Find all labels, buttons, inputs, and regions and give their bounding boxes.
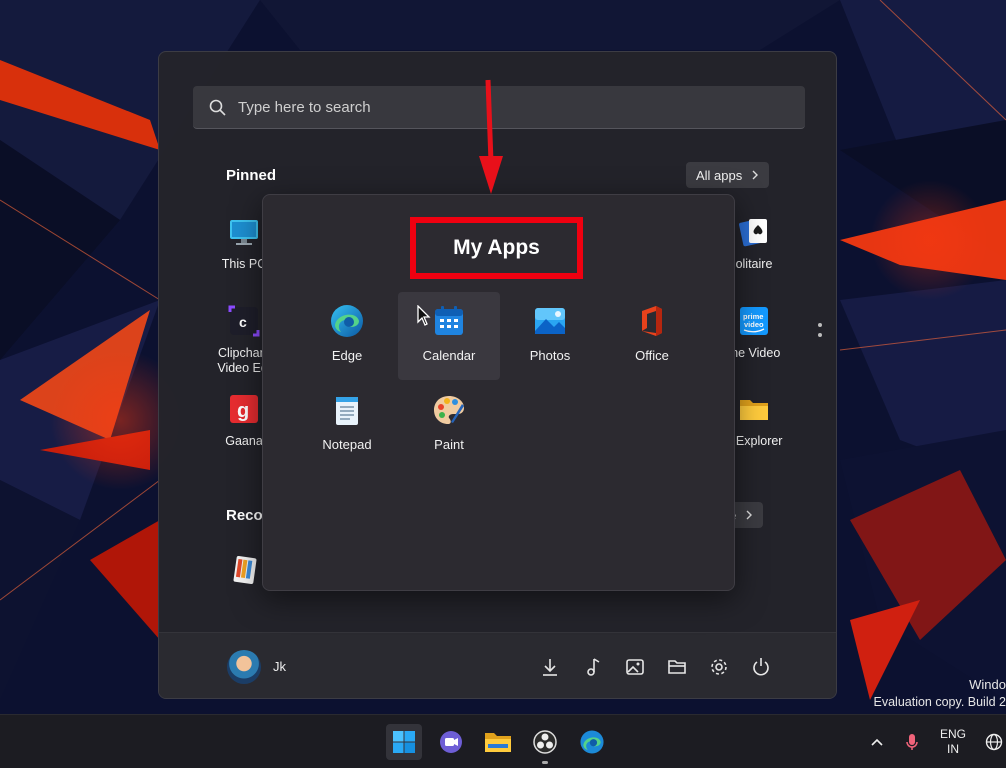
edge-taskbar-button[interactable] [574,724,610,760]
recommended-heading: Reco [226,507,263,524]
pictures-icon[interactable] [624,656,646,678]
obs-button[interactable] [527,724,563,760]
edge-icon [329,303,365,339]
svg-text:video: video [744,320,764,329]
paint-icon [431,392,467,428]
monitor-icon [227,215,261,249]
microphone-icon [905,732,919,752]
folder-app-photos[interactable]: Photos [500,303,600,363]
chevron-right-icon [746,510,753,520]
folder-title-highlight: My Apps [410,217,583,279]
page-dot[interactable] [818,323,822,327]
start-menu-footer: Jk [159,632,836,699]
file-explorer-button[interactable] [480,724,516,760]
microphone-indicator[interactable] [905,715,919,768]
start-icon [392,730,416,754]
mouse-pointer-icon [417,305,431,327]
folder-app-edge[interactable]: Edge [297,303,397,363]
network-button[interactable] [985,715,1003,768]
pinned-page-dots[interactable] [818,323,822,343]
download-icon[interactable] [539,656,561,678]
watermark-build: Evaluation copy. Build 2 [874,695,1006,709]
start-button[interactable] [386,724,422,760]
gaana-icon: g [227,392,261,426]
solitaire-icon [737,215,771,249]
folder-icon [737,392,771,426]
watermark-title: Windo [969,677,1006,692]
app-folder-popup: My Apps Edge Calendar [262,194,735,591]
photos-icon [532,303,568,339]
office-icon [634,303,670,339]
chevron-right-icon [752,170,759,180]
folder-app-notepad[interactable]: Notepad [297,392,397,452]
recommended-file-icon[interactable] [229,554,261,586]
page-dot[interactable] [818,333,822,337]
file-explorer-icon [484,730,512,754]
taskbar: ENG IN [0,714,1006,768]
folder-app-label: Notepad [297,437,397,452]
user-avatar[interactable] [227,650,261,684]
svg-text:c: c [239,314,247,330]
edge-icon [579,729,605,755]
globe-icon [985,733,1003,751]
settings-icon[interactable] [708,656,730,678]
all-apps-button[interactable]: All apps [686,162,769,188]
folder-app-label: Photos [500,348,600,363]
obs-icon [532,729,558,755]
folder-app-label: Edge [297,348,397,363]
search-input[interactable] [236,98,805,117]
folder-app-label: Office [602,348,702,363]
teams-chat-button[interactable] [433,724,469,760]
folder-app-calendar[interactable]: Calendar [399,303,499,363]
red-annotation-arrow [476,78,506,196]
folder-app-office[interactable]: Office [602,303,702,363]
folder-app-label: Paint [399,437,499,452]
all-apps-label: All apps [696,168,742,183]
chevron-up-icon [870,737,884,747]
clipchamp-icon: c [227,304,261,338]
show-hidden-icons-button[interactable] [870,715,884,768]
music-icon[interactable] [582,656,604,678]
calendar-icon [431,303,467,339]
folder-app-label: Calendar [399,348,499,363]
folder-app-paint[interactable]: Paint [399,392,499,452]
language-code: ENG [940,727,966,742]
teams-chat-icon [438,729,464,755]
user-name[interactable]: Jk [273,659,286,674]
prime-video-icon: prime video [737,304,771,338]
folder-icon[interactable] [666,656,688,678]
language-indicator[interactable]: ENG IN [940,715,966,768]
region-code: IN [947,742,959,757]
power-icon[interactable] [750,656,772,678]
notepad-icon [329,392,365,428]
pinned-heading: Pinned [226,167,276,184]
folder-title[interactable]: My Apps [453,236,540,260]
svg-text:g: g [237,400,249,422]
search-icon [209,99,226,116]
running-indicator [542,761,548,764]
